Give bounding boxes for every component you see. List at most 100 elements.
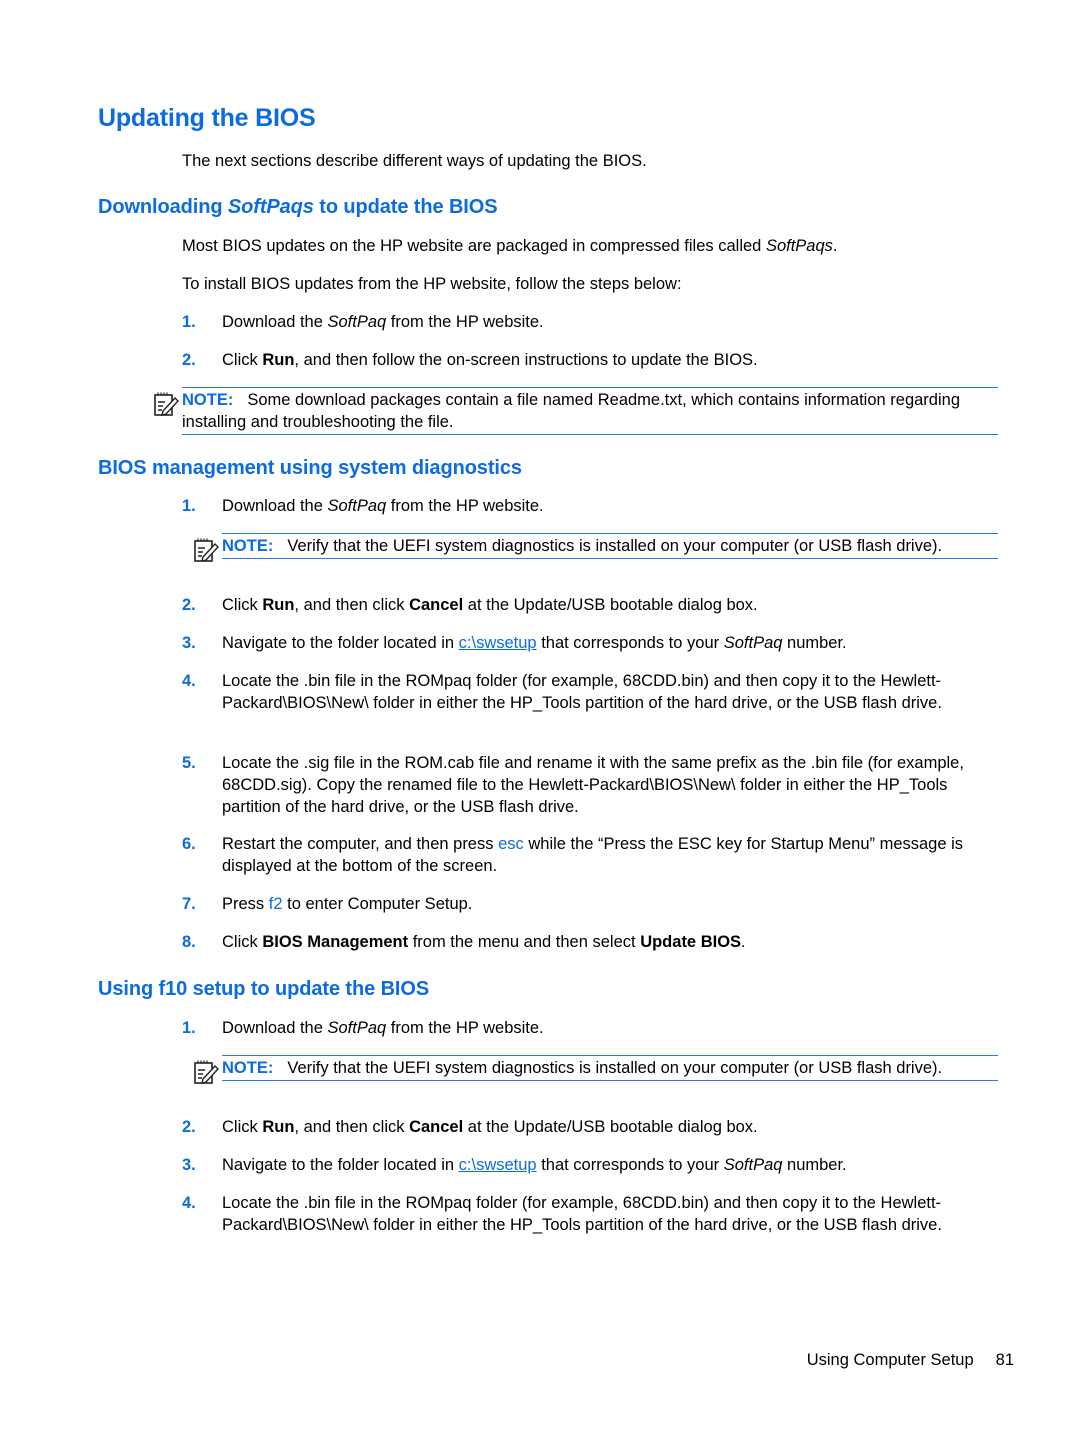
- note-box: NOTE: Verify that the UEFI system diagnos…: [222, 533, 998, 559]
- step-number: 8.: [182, 933, 196, 951]
- step-text: Locate the .sig file in the ROM.cab file…: [222, 754, 964, 816]
- list-item: 3. Navigate to the folder located in c:\…: [182, 632, 1002, 654]
- note-text: Some download packages contain a file na…: [182, 391, 961, 431]
- note-icon: [194, 538, 219, 562]
- note-text: Verify that the UEFI system diagnostics …: [287, 1059, 943, 1077]
- emphasis: SoftPaq: [327, 313, 387, 331]
- text: number.: [782, 634, 847, 652]
- step-number: 4.: [182, 672, 196, 690]
- text: , and then click: [294, 596, 410, 614]
- list-item: 1. Download the SoftPaq from the HP webs…: [182, 311, 1002, 333]
- step-number: 6.: [182, 835, 196, 853]
- text: number.: [782, 1156, 847, 1174]
- install-paragraph: To install BIOS updates from the HP webs…: [182, 275, 682, 293]
- text: Press: [222, 895, 269, 913]
- page-footer: Using Computer Setup 81: [807, 1349, 1014, 1371]
- list-item: 3. Navigate to the folder located in c:\…: [182, 1154, 1002, 1176]
- section-heading-f10-setup: Using f10 setup to update the BIOS: [98, 978, 430, 1000]
- step-text: Click Run, and then click Cancel at the …: [222, 594, 1002, 616]
- page-number: 81: [995, 1351, 1014, 1369]
- text: that corresponds to your: [536, 634, 724, 652]
- list-item: 2. Click Run, and then click Cancel at t…: [182, 1116, 1002, 1138]
- step-number: 4.: [182, 1194, 196, 1212]
- list-item: 8. Click BIOS Management from the menu a…: [182, 931, 1002, 953]
- text: .: [741, 933, 746, 951]
- text: from the HP website.: [386, 497, 544, 515]
- note-icon: [194, 1060, 219, 1084]
- step-text: Download the SoftPaq from the HP website…: [222, 495, 1002, 517]
- text: Navigate to the folder located in: [222, 634, 459, 652]
- note-icon: [154, 392, 179, 416]
- bold-text: Cancel: [409, 1118, 464, 1136]
- bold-text: BIOS Management: [262, 933, 409, 951]
- step-text: Click Run, and then follow the on-screen…: [222, 349, 1002, 371]
- bold-text: Cancel: [409, 596, 464, 614]
- list-item: 2. Click Run, and then follow the on-scr…: [182, 349, 1002, 371]
- text: Restart the computer, and then press: [222, 835, 499, 853]
- swsetup-link[interactable]: c:\swsetup: [459, 1156, 537, 1174]
- text: from the HP website.: [386, 1019, 544, 1037]
- list-item: 2. Click Run, and then click Cancel at t…: [182, 594, 1002, 616]
- text: Navigate to the folder located in: [222, 1156, 459, 1174]
- step-text: Click Run, and then click Cancel at the …: [222, 1116, 1002, 1138]
- text: .: [832, 237, 838, 255]
- text: Click: [222, 351, 263, 369]
- step-text: Restart the computer, and then press esc…: [222, 833, 1002, 877]
- text: Download the: [222, 1019, 328, 1037]
- step-text: Locate the .bin file in the ROMpaq folde…: [222, 1194, 942, 1234]
- section-heading-diagnostics: BIOS management using system diagnostics: [98, 457, 522, 479]
- text: Most BIOS updates on the HP website are …: [182, 237, 766, 255]
- step-number: 1.: [182, 497, 196, 515]
- note-box: NOTE: Verify that the UEFI system diagnos…: [222, 1055, 998, 1081]
- swsetup-link[interactable]: c:\swsetup: [459, 634, 537, 652]
- step-number: 7.: [182, 895, 196, 913]
- section-heading-softpaqs: Downloading SoftPaqs to update the BIOS: [98, 196, 498, 219]
- step-number: 2.: [182, 1118, 196, 1136]
- step-text: Download the SoftPaq from the HP website…: [222, 1017, 1002, 1039]
- list-item: 5. Locate the .sig file in the ROM.cab f…: [182, 752, 1002, 818]
- bold-text: Update BIOS: [640, 933, 742, 951]
- step-text: Navigate to the folder located in c:\sws…: [222, 1154, 1002, 1176]
- list-item: 6. Restart the computer, and then press …: [182, 833, 1002, 877]
- note-label: NOTE:: [182, 391, 234, 409]
- bold-text: Run: [262, 596, 295, 614]
- footer-chapter: Using Computer Setup: [806, 1351, 974, 1369]
- heading-emphasis: SoftPaqs: [227, 196, 314, 218]
- step-number: 2.: [182, 596, 196, 614]
- step-number: 2.: [182, 351, 196, 369]
- text: Click: [222, 933, 263, 951]
- step-number: 3.: [182, 1156, 196, 1174]
- softpaqs-paragraph: Most BIOS updates on the HP website are …: [182, 235, 838, 257]
- step-number: 3.: [182, 634, 196, 652]
- heading-text: to update the BIOS: [313, 196, 498, 218]
- bold-text: Run: [262, 351, 295, 369]
- step-number: 1.: [182, 313, 196, 331]
- text: Download the: [222, 497, 328, 515]
- list-item: 1. Download the SoftPaq from the HP webs…: [182, 495, 1002, 517]
- step-text: Download the SoftPaq from the HP website…: [222, 311, 1002, 333]
- text: to enter Computer Setup.: [282, 895, 473, 913]
- text: from the HP website.: [386, 313, 544, 331]
- text: from the menu and then select: [408, 933, 641, 951]
- list-item: 1. Download the SoftPaq from the HP webs…: [182, 1017, 1002, 1039]
- step-text: Navigate to the folder located in c:\sws…: [222, 632, 1002, 654]
- text: , and then click: [294, 1118, 410, 1136]
- step-text: Click BIOS Management from the menu and …: [222, 931, 1002, 953]
- text: that corresponds to your: [536, 1156, 724, 1174]
- text: Click: [222, 596, 263, 614]
- note-label: NOTE:: [222, 537, 274, 555]
- step-text: Locate the .bin file in the ROMpaq folde…: [222, 672, 942, 712]
- emphasis: SoftPaq: [327, 1019, 387, 1037]
- page-title: Updating the BIOS: [98, 104, 316, 132]
- text: at the Update/USB bootable dialog box.: [463, 596, 758, 614]
- f2-key: f2: [268, 895, 283, 913]
- esc-key: esc: [498, 835, 524, 853]
- step-number: 5.: [182, 754, 196, 772]
- text: Download the: [222, 313, 328, 331]
- text: , and then follow the on-screen instruct…: [294, 351, 758, 369]
- note-text: Verify that the UEFI system diagnostics …: [287, 537, 943, 555]
- emphasis: SoftPaq: [723, 634, 783, 652]
- note-label: NOTE:: [222, 1059, 274, 1077]
- step-number: 1.: [182, 1019, 196, 1037]
- list-item: 4. Locate the .bin file in the ROMpaq fo…: [182, 670, 1002, 714]
